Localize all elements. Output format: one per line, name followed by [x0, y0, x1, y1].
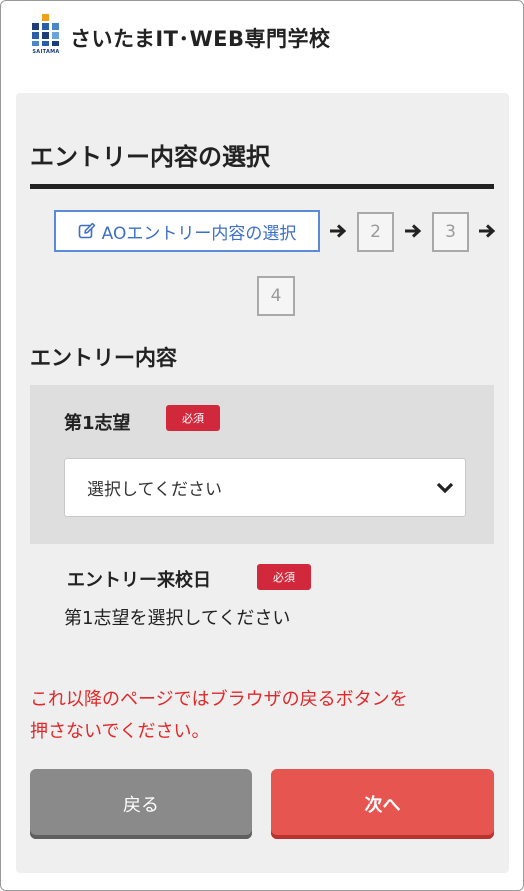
arrow-right-icon: [405, 224, 422, 238]
next-button[interactable]: 次へ: [271, 769, 494, 839]
school-logo[interactable]: SAITAMA: [30, 14, 62, 58]
first-choice-select[interactable]: 選択してください: [64, 458, 466, 517]
entry-section-title: エントリー内容: [30, 346, 177, 370]
first-choice-label: 第1志望: [64, 413, 131, 434]
site-header: SAITAMA さいたまIT･WEB専門学校: [0, 0, 524, 72]
entry-date-message: 第1志望を選択してください: [64, 608, 291, 629]
logo-subtext: SAITAMA: [32, 49, 60, 55]
site-name[interactable]: さいたまIT･WEB専門学校: [70, 23, 331, 53]
back-button-warning: これ以降のページではブラウザの戻るボタンを 押さないでください。: [30, 684, 494, 748]
edit-icon: [78, 222, 95, 239]
step-1-label: AOエントリー内容の選択: [101, 223, 297, 244]
page-title: エントリー内容の選択: [30, 143, 270, 171]
required-badge: 必須: [257, 564, 311, 590]
chevron-down-icon: [436, 482, 454, 494]
step-3-label: 3: [445, 222, 456, 242]
back-button[interactable]: 戻る: [30, 769, 252, 839]
step-2: 2: [357, 212, 394, 252]
logo-mark-icon: [32, 14, 59, 46]
warning-line-1: これ以降のページではブラウザの戻るボタンを: [30, 689, 408, 710]
arrow-right-icon: [330, 224, 347, 238]
arrow-right-icon: [479, 224, 496, 238]
step-2-label: 2: [370, 222, 381, 242]
title-divider: [30, 184, 494, 189]
entry-date-label: エントリー来校日: [67, 570, 211, 591]
first-choice-select-value: 選択してください: [87, 480, 222, 500]
warning-line-2: 押さないでください。: [30, 721, 210, 742]
required-badge: 必須: [166, 405, 220, 431]
step-1-current: AOエントリー内容の選択: [54, 210, 320, 252]
step-4-label: 4: [270, 286, 282, 306]
step-4: 4: [257, 276, 295, 316]
step-3: 3: [432, 212, 469, 252]
